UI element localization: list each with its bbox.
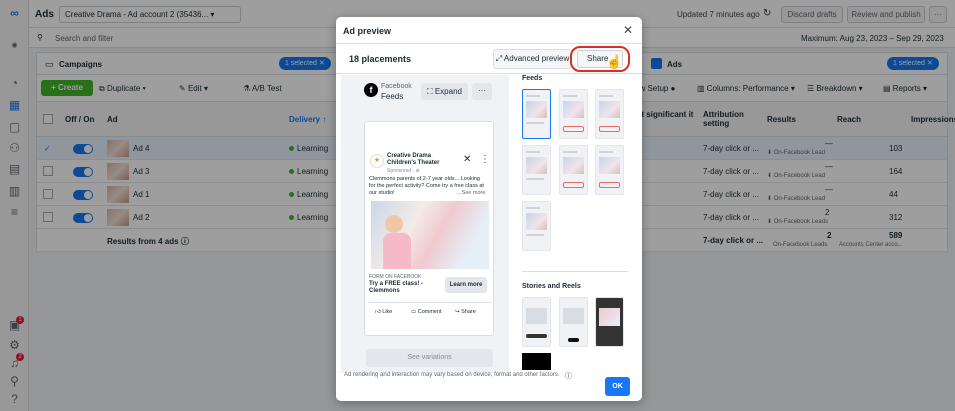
placement-thumb[interactable] [522,145,551,195]
placements-count: 18 placements [349,54,412,64]
share-post-label: Share [461,309,476,315]
sponsored-label: Sponsored · ⊕ [387,168,420,174]
ad-image [371,201,489,269]
facebook-icon: f [364,83,378,97]
see-variations-button[interactable]: See variations [366,349,493,367]
placement-thumb-story[interactable] [522,297,551,347]
feeds-label: Feeds [522,75,543,82]
info-icon[interactable]: ⓘ [565,371,572,381]
hand-cursor-icon: ☝ [606,54,623,69]
child-dress [383,233,411,269]
placement-thumb[interactable] [559,89,588,139]
like-label: Like [382,309,393,315]
ok-button[interactable]: OK [605,377,630,396]
expand-arrows-icon: ⤢ [495,54,503,63]
placements-pane: Feeds Stories and Reels [515,75,636,373]
post-menu-icon[interactable]: ⋮ [480,154,490,165]
child-figure [385,215,403,233]
stories-label: Stories and Reels [522,283,581,290]
learn-more-button[interactable]: Learn more [445,277,487,293]
hide-ad-icon[interactable]: ✕ [463,154,471,165]
platform-sub: Feeds [381,92,404,101]
divider [522,271,628,272]
page-avatar: ★ [370,154,384,168]
ad-post-card: ★ Creative Drama Children's Theater Spon… [364,121,494,336]
expand-label: Expand [434,87,462,96]
placement-thumb[interactable] [595,89,624,139]
more-options-icon[interactable]: ··· [472,83,492,100]
placement-thumb[interactable] [559,145,588,195]
divider [369,302,491,303]
placement-thumb-reel[interactable] [595,297,624,347]
placement-thumb-feed[interactable] [522,89,551,139]
page-name: Creative Drama Children's Theater [387,153,440,166]
see-more-link[interactable]: ...See more [457,190,485,196]
placement-thumb-story[interactable] [559,297,588,347]
ad-headline: Try a FREE class! - Clemmons [369,281,424,294]
like-button[interactable]: 👍︎ Like [375,309,392,315]
modal-footer: Ad rendering and interaction may vary ba… [336,371,642,401]
form-label: FORM ON FACEBOOK [369,274,422,280]
advanced-preview-label: Advanced preview [503,54,570,63]
expand-button[interactable]: ⛶ Expand [421,83,468,100]
expand-icon: ⛶ [427,87,433,96]
placement-thumb[interactable] [595,145,624,195]
platform-name: Facebook [381,83,412,90]
comment-label: Comment [417,309,442,315]
ad-preview-modal: Ad preview ✕ 18 placements ⤢ Advanced pr… [336,17,642,401]
placement-thumb-dark[interactable] [522,353,551,370]
placement-thumb[interactable] [522,201,551,251]
disclaimer-text: Ad rendering and interaction may vary ba… [344,372,560,378]
modal-subheader: 18 placements ⤢ Advanced preview Share ☝ [336,43,642,74]
share-post-button[interactable]: ↪ Share [455,309,476,315]
advanced-preview-button[interactable]: ⤢ Advanced preview [493,49,572,69]
preview-pane: f Facebook Feeds ⛶ Expand ··· ★ Creative… [341,75,509,373]
comment-button[interactable]: ▭ Comment [411,309,442,315]
close-icon[interactable]: ✕ [623,23,633,37]
modal-title: Ad preview [343,26,392,36]
modal-header: Ad preview ✕ [336,17,642,43]
